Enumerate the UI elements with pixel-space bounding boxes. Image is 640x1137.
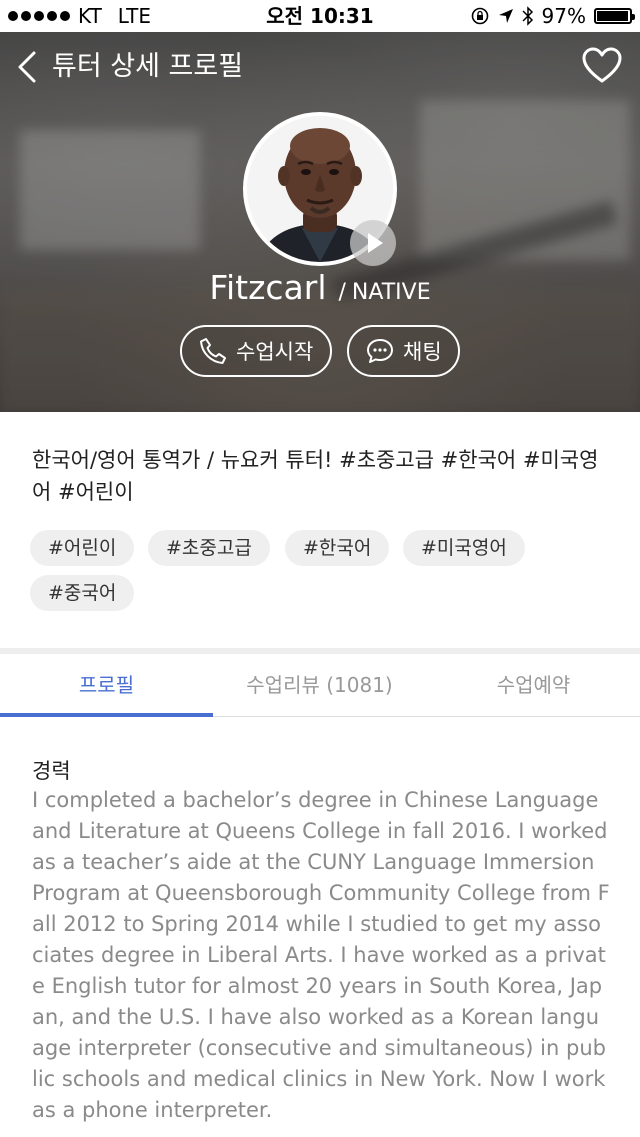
career-body: I completed a bachelor’s degree in Chine… [32, 788, 610, 1122]
tab-profile[interactable]: 프로필 [0, 654, 213, 716]
tutor-type: NATIVE [351, 280, 431, 305]
tab-reviews[interactable]: 수업리뷰 (1081) [213, 654, 426, 716]
career-title: 경력 [32, 759, 71, 783]
tutor-headline: 한국어/영어 통역가 / 뉴요커 튜터! #초중고급 #한국어 #미국영어 #어… [32, 448, 599, 504]
chevron-left-icon [18, 51, 36, 83]
bluetooth-icon [522, 6, 533, 26]
profile-content: 경력 I completed a bachelor’s degree in Ch… [0, 717, 640, 1137]
tutor-name: Fitzcarl [209, 268, 327, 307]
tutor-name-row: Fitzcarl / NATIVE [0, 268, 640, 307]
battery-percent: 97% [541, 4, 586, 28]
name-separator: / [338, 280, 346, 305]
status-bar: KT LTE 오전 10:31 97% [0, 0, 640, 32]
tab-bar: 프로필 수업리뷰 (1081) 수업예약 [0, 654, 640, 717]
play-intro-video-button[interactable] [350, 220, 396, 266]
tag-all-levels[interactable]: #초중고급 [148, 530, 270, 566]
chat-label: 채팅 [403, 340, 442, 364]
tutor-intro: 한국어/영어 통역가 / 뉴요커 튜터! #초중고급 #한국어 #미국영어 #어… [0, 412, 640, 648]
heart-outline-icon [582, 47, 622, 83]
start-class-button[interactable]: 수업시작 [180, 325, 332, 377]
back-button[interactable] [14, 50, 44, 84]
chat-bubble-icon [367, 339, 393, 363]
play-icon [368, 233, 383, 253]
tag-korean[interactable]: #한국어 [285, 530, 390, 566]
tag-american-english[interactable]: #미국영어 [403, 530, 525, 566]
chat-button[interactable]: 채팅 [347, 325, 460, 377]
tag-chinese[interactable]: #중국어 [30, 575, 135, 611]
favorite-button[interactable] [582, 46, 622, 86]
phone-icon [200, 338, 226, 364]
tutor-avatar-container [243, 112, 397, 266]
tab-booking[interactable]: 수업예약 [427, 654, 640, 716]
top-navigation: 튜터 상세 프로필 [0, 32, 640, 102]
rotation-lock-icon [471, 7, 488, 25]
location-arrow-icon [498, 9, 513, 23]
tag-children[interactable]: #어린이 [30, 530, 135, 566]
start-class-label: 수업시작 [236, 340, 314, 364]
page-title: 튜터 상세 프로필 [52, 51, 244, 82]
battery-icon [594, 8, 635, 24]
